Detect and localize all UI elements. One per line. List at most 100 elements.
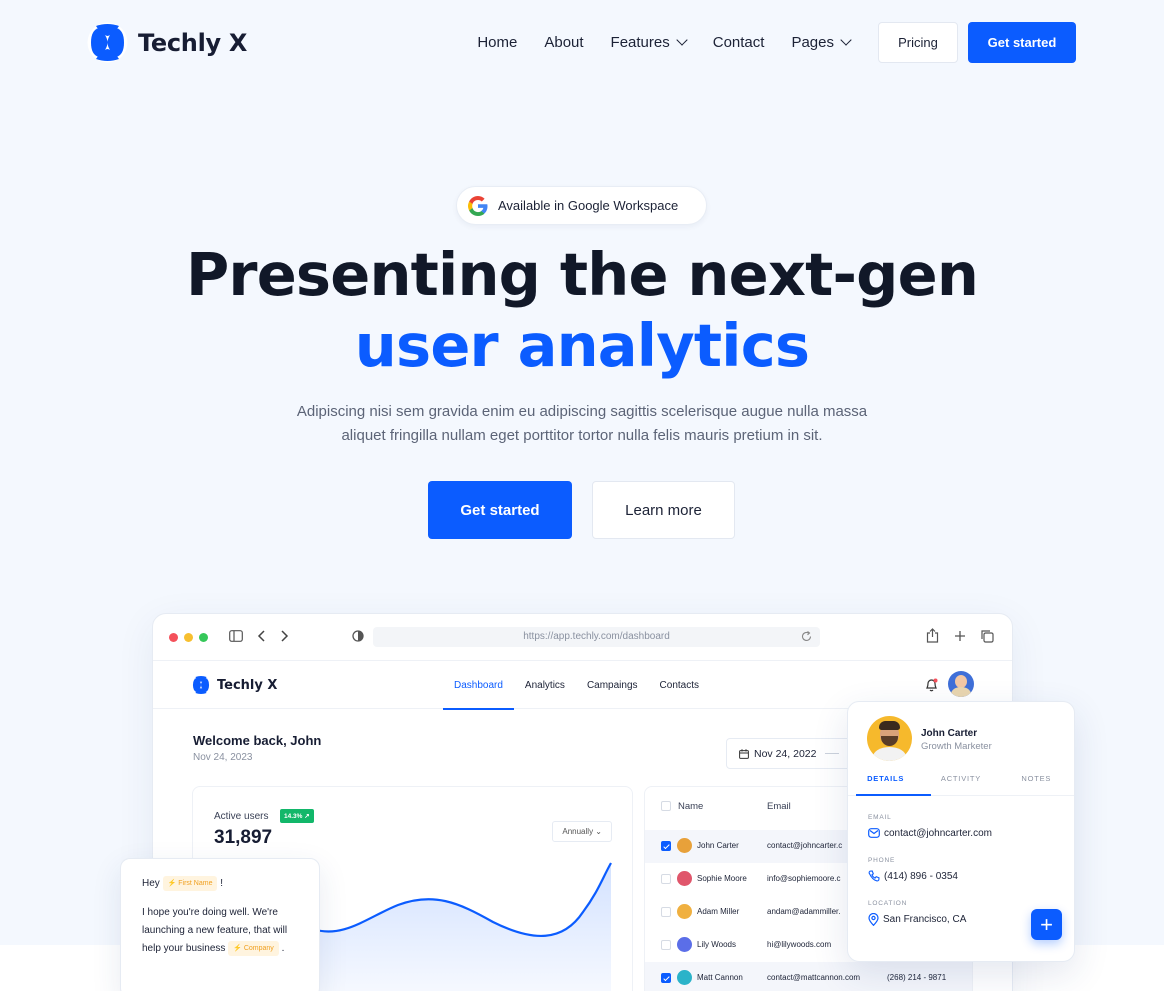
date-range-picker[interactable]: Nov 24, 2022 N: [726, 738, 866, 769]
nav-contact-label: Contact: [712, 34, 765, 51]
tab-campaings[interactable]: Campaings: [576, 661, 649, 709]
contact-email: contact@mattcannon.com: [767, 973, 861, 982]
share-icon[interactable]: [926, 628, 939, 643]
back-icon[interactable]: [257, 630, 265, 642]
brand-logo[interactable]: Techly X: [87, 22, 247, 63]
sidebar-icon[interactable]: [229, 630, 243, 642]
first-name-tag[interactable]: ⚡ First Name: [162, 875, 218, 891]
row-checkbox[interactable]: [661, 907, 671, 917]
contact-email: hi@lilywoods.com: [767, 940, 832, 949]
address-bar[interactable]: https://app.techly.com/dashboard: [373, 627, 820, 647]
mail-icon: [868, 828, 880, 838]
contact-name: Sophie Moore: [697, 874, 747, 883]
nav-contact[interactable]: Contact: [713, 34, 765, 51]
logo-icon: [192, 675, 210, 695]
learn-more-button[interactable]: Learn more: [592, 481, 735, 539]
row-checkbox[interactable]: [661, 973, 671, 983]
period-select[interactable]: Annually ⌄: [552, 821, 612, 842]
location-value: San Francisco, CA: [868, 913, 966, 926]
nav-home[interactable]: Home: [477, 34, 517, 51]
hero-title-line2: user analytics: [354, 311, 810, 380]
nav-about[interactable]: About: [544, 34, 583, 51]
location-pin-icon: [868, 913, 879, 926]
email-label: EMAIL: [868, 814, 892, 821]
profile-name: John Carter: [921, 728, 978, 739]
tabs-overview-icon[interactable]: [980, 629, 994, 643]
hero-get-started-button[interactable]: Get started: [428, 481, 572, 539]
company-tag-label: Company: [243, 944, 274, 952]
hero-subtitle: Adipiscing nisi sem gravida enim eu adip…: [282, 400, 882, 448]
contact-email: contact@johncarter.c: [767, 841, 843, 850]
contact-avatar: [677, 838, 692, 853]
tab-dashboard[interactable]: Dashboard: [443, 661, 514, 710]
email-end: .: [281, 943, 285, 954]
contact-name: John Carter: [697, 841, 739, 850]
phone-label: PHONE: [868, 857, 896, 864]
email-template-card: Hey ⚡ First Name ! I hope you're doing w…: [120, 858, 320, 991]
tab-contacts[interactable]: Contacts: [649, 661, 710, 709]
tab-analytics[interactable]: Analytics: [514, 661, 576, 709]
reload-icon[interactable]: [801, 631, 812, 642]
badge-label: Available in Google Workspace: [498, 198, 679, 213]
contact-email: andam@adammiller.: [767, 907, 841, 916]
period-label: Annually: [562, 827, 594, 836]
nav-features-label: Features: [610, 34, 670, 51]
new-tab-icon[interactable]: [954, 630, 966, 642]
hero-subtitle-line2: aliquet fringilla nullam eget porttitor …: [341, 427, 823, 444]
col-name: Name: [678, 801, 704, 812]
forward-icon[interactable]: [281, 630, 289, 642]
bell-icon[interactable]: [925, 678, 938, 692]
hero-title-line1: Presenting the next-gen: [185, 240, 979, 309]
row-checkbox[interactable]: [661, 874, 671, 884]
phone-value[interactable]: (414) 896 - 0354: [868, 870, 958, 882]
shield-icon: [352, 630, 364, 642]
nav-about-label: About: [544, 34, 584, 51]
select-all-checkbox[interactable]: [661, 801, 671, 811]
nav-home-label: Home: [477, 34, 518, 51]
tab-notes[interactable]: NOTES: [999, 768, 1074, 795]
row-checkbox[interactable]: [661, 841, 671, 851]
get-started-button[interactable]: Get started: [968, 22, 1076, 63]
welcome-heading: Welcome back, John: [193, 733, 322, 748]
chevron-down-icon: [840, 34, 852, 46]
tab-activity[interactable]: ACTIVITY: [923, 768, 998, 795]
add-button[interactable]: +: [1031, 909, 1062, 940]
contact-avatar: [677, 871, 692, 886]
contact-email: info@sophiemoore.c: [767, 874, 841, 883]
contact-avatar: [677, 904, 692, 919]
first-name-tag-label: First Name: [178, 879, 213, 887]
tab-details[interactable]: DETAILS: [848, 768, 932, 796]
google-workspace-badge[interactable]: Available in Google Workspace: [456, 186, 707, 225]
contact-avatar: [677, 970, 692, 985]
brand-name: Techly X: [138, 28, 248, 57]
app-logo[interactable]: Techly X: [191, 675, 277, 695]
email-exclaim: !: [220, 878, 224, 889]
active-users-label: Active users: [214, 811, 269, 822]
nav-pages[interactable]: Pages: [791, 34, 852, 51]
app-name: Techly X: [217, 677, 278, 693]
pricing-button[interactable]: Pricing: [878, 22, 958, 63]
profile-role: Growth Marketer: [921, 741, 992, 752]
row-checkbox[interactable]: [661, 940, 671, 950]
nav-features[interactable]: Features: [610, 34, 688, 51]
avatar[interactable]: [948, 671, 974, 697]
col-email: Email: [767, 801, 791, 812]
active-users-value: 31,897: [214, 827, 273, 848]
company-tag[interactable]: ⚡ Company: [228, 940, 279, 956]
email-value[interactable]: contact@johncarter.com: [868, 827, 992, 839]
change-badge: 14.3% ↗: [280, 809, 314, 823]
phone-text: (414) 896 - 0354: [884, 870, 958, 882]
table-row[interactable]: Matt Cannon contact@mattcannon.com (268) 2…: [645, 962, 972, 991]
date-range-start: Nov 24, 2022: [754, 747, 817, 760]
email-line-3: help your business: [142, 943, 226, 954]
welcome-date: Nov 24, 2023: [193, 752, 253, 763]
browser-toolbar: https://app.techly.com/dashboard: [153, 614, 1012, 661]
profile-tabs: DETAILS ACTIVITY NOTES: [848, 768, 1074, 796]
main-menu: Home About Features Contact Pages Pricin…: [477, 22, 1076, 63]
google-icon: [468, 195, 488, 216]
close-dot: [169, 632, 178, 642]
email-text: contact@johncarter.com: [884, 827, 992, 839]
email-body: I hope you're doing well. We're launchin…: [142, 904, 317, 958]
contact-avatar: [677, 937, 692, 952]
contact-phone: (268) 214 - 9871: [887, 973, 947, 982]
